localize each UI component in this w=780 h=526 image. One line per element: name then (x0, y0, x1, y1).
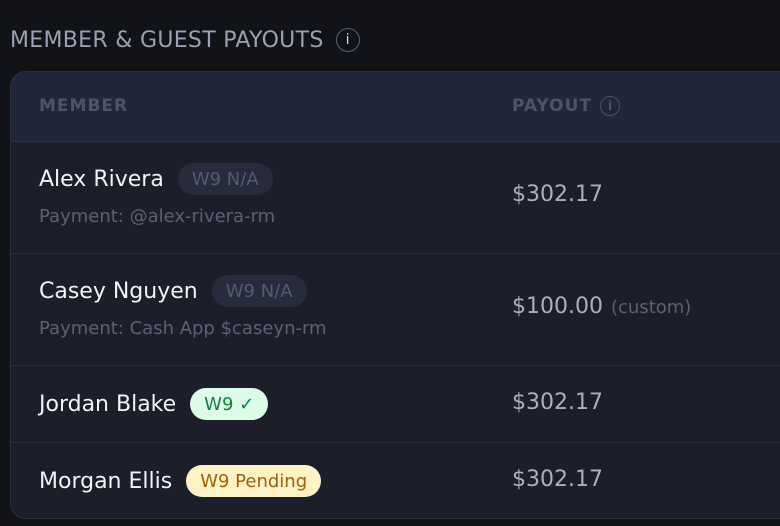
column-header-member: MEMBER (39, 96, 128, 116)
member-name: Casey Nguyen (39, 278, 198, 304)
payout-cell: $100.00 (custom) (512, 294, 691, 319)
member-cell: Jordan Blake W9 ✓ (39, 388, 269, 420)
column-header-payout-label: PAYOUT (512, 96, 592, 116)
payout-cell: $302.17 (512, 182, 603, 207)
payout-cell: $302.17 (512, 390, 603, 415)
w9-badge: W9 N/A (211, 275, 307, 307)
payout-amount: $302.17 (512, 467, 603, 492)
table-header: MEMBER PAYOUT i (11, 72, 780, 142)
payout-cell: $302.17 (512, 467, 603, 492)
payment-handle: Payment: @alex-rivera-rm (39, 206, 276, 227)
w9-badge: W9 Pending (186, 465, 322, 497)
member-cell: Casey Nguyen W9 N/A (39, 275, 307, 307)
payout-info-icon[interactable]: i (600, 96, 620, 116)
table-row: Jordan Blake W9 ✓ $302.17 (11, 366, 780, 443)
member-name: Morgan Ellis (39, 468, 173, 494)
payout-note: (custom) (610, 297, 692, 318)
table-row: Alex Rivera W9 N/A Payment: @alex-rivera… (11, 142, 780, 254)
member-cell: Alex Rivera W9 N/A (39, 163, 273, 195)
section-header: MEMBER & GUEST PAYOUTS i (10, 24, 360, 56)
column-header-payout: PAYOUT i (512, 96, 620, 116)
table-row: Casey Nguyen W9 N/A Payment: Cash App $c… (11, 254, 780, 366)
column-header-member-label: MEMBER (39, 96, 129, 116)
w9-badge: W9 ✓ (190, 388, 269, 420)
member-cell: Morgan Ellis W9 Pending (39, 465, 322, 497)
payment-handle: Payment: Cash App $caseyn-rm (39, 318, 327, 339)
payout-amount: $302.17 (512, 182, 603, 207)
section-title: MEMBER & GUEST PAYOUTS (10, 27, 324, 53)
member-name: Alex Rivera (39, 166, 164, 192)
payout-amount: $100.00 (512, 294, 603, 319)
payout-amount: $302.17 (512, 390, 603, 415)
table-row: Morgan Ellis W9 Pending $302.17 (11, 443, 780, 518)
member-name: Jordan Blake (39, 391, 177, 417)
w9-badge: W9 N/A (177, 163, 273, 195)
info-icon[interactable]: i (335, 28, 360, 52)
payouts-table: MEMBER PAYOUT i Alex Rivera W9 N/A Payme… (10, 71, 780, 519)
